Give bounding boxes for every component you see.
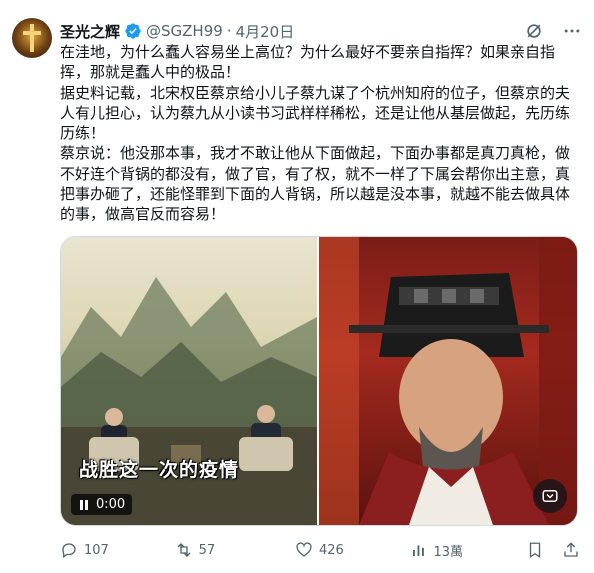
repost-count: 57 — [198, 542, 216, 558]
grok-icon[interactable] — [524, 21, 544, 41]
reply-icon — [62, 543, 76, 559]
video-thumbnail[interactable]: 战胜这一次的疫情 0:00 — [61, 237, 317, 525]
separator-dot: · — [226, 22, 232, 40]
video-time: 0:00 — [96, 497, 126, 512]
header-actions — [524, 21, 582, 41]
like-button[interactable]: 426 — [295, 541, 410, 559]
author-handle[interactable]: @SGZH99 — [146, 22, 223, 40]
more-icon[interactable] — [562, 21, 582, 41]
reply-button[interactable]: 107 — [60, 541, 175, 559]
tweet-paragraph: 据史料记载，北宋权臣蔡京给小儿子蔡九谋了个杭州知府的位子，但蔡京的夫人有儿担心，… — [60, 83, 571, 143]
repost-button[interactable]: 57 — [175, 541, 295, 559]
media-attachments: 战胜这一次的疫情 0:00 — [60, 236, 578, 526]
like-icon — [296, 542, 312, 557]
repost-icon — [177, 543, 191, 557]
tweet-paragraph: 在洼地，为什么蠢人容易坐上高位？为什么最好不要亲自指挥？如果亲自指挥，那就是蠢人… — [60, 43, 556, 82]
post-date[interactable]: 4月20日 — [236, 21, 295, 42]
image-thumbnail[interactable] — [319, 237, 577, 525]
bookmark-icon[interactable] — [526, 541, 544, 559]
author-name[interactable]: 圣光之辉 — [60, 21, 120, 42]
gif-icon — [542, 490, 558, 502]
verified-badge-icon — [125, 23, 141, 39]
like-count: 426 — [318, 542, 344, 558]
avatar[interactable] — [12, 18, 52, 58]
secondary-actions — [526, 541, 580, 559]
cross-avatar-icon — [23, 24, 41, 52]
views-icon — [412, 545, 424, 556]
views-button[interactable]: 13萬 — [410, 541, 527, 560]
tweet-actions: 107 57 426 13萬 — [60, 538, 580, 562]
views-count: 13萬 — [433, 544, 464, 560]
video-timer[interactable]: 0:00 — [71, 494, 133, 515]
tweet-header: 圣光之辉 @SGZH99 · 4月20日 — [60, 20, 582, 42]
pause-icon[interactable] — [78, 499, 90, 511]
tweet-text: 在洼地，为什么蠢人容易坐上高位？为什么最好不要亲自指挥？如果亲自指挥，那就是蠢人… — [60, 42, 580, 225]
share-icon[interactable] — [562, 541, 580, 559]
video-caption: 战胜这一次的疫情 — [79, 459, 240, 481]
gif-button[interactable] — [533, 479, 567, 513]
tweet-paragraph: 蔡京说：他没那本事，我才不敢让他从下面做起，下面办事都是真刀真枪，做不好连个背锅… — [60, 144, 571, 224]
reply-count: 107 — [84, 542, 109, 558]
